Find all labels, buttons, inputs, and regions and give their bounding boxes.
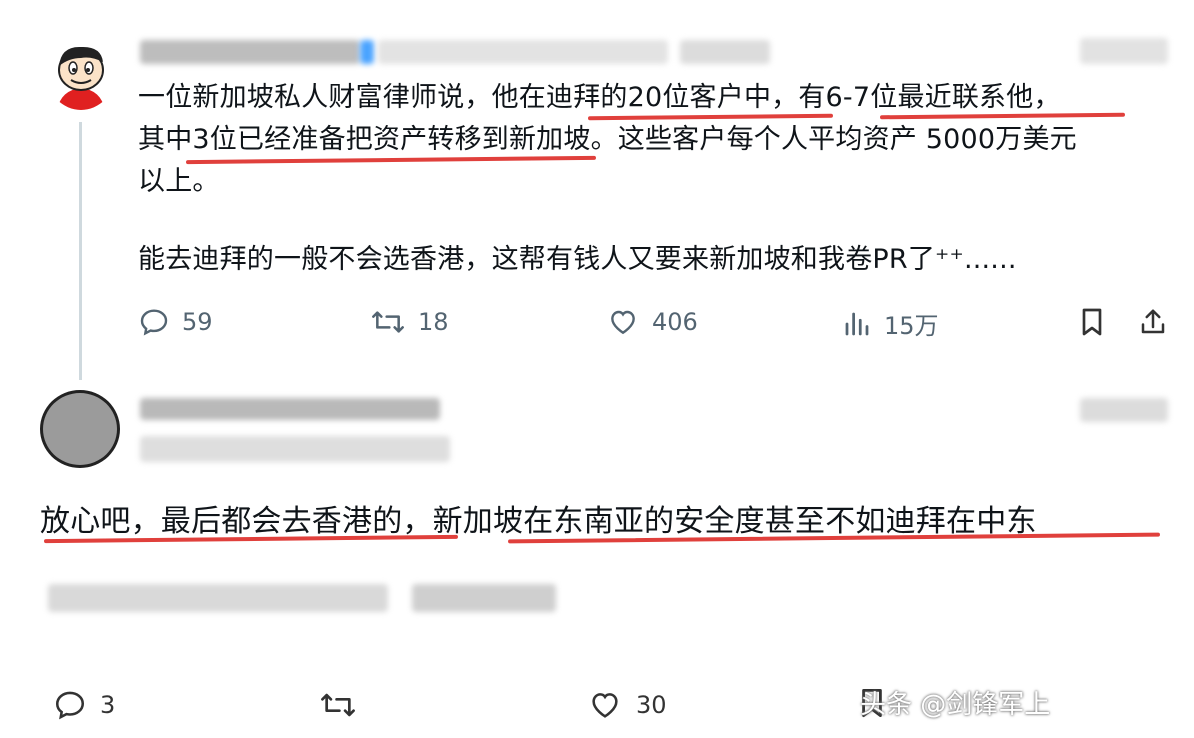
retweet-icon bbox=[321, 693, 355, 717]
reply-like-count: 30 bbox=[636, 691, 667, 719]
blurred-views bbox=[412, 584, 556, 612]
bookmark-button[interactable] bbox=[1078, 306, 1106, 338]
blurred-reply-menu bbox=[1080, 398, 1168, 422]
user-avatar[interactable] bbox=[47, 38, 115, 110]
blurred-date bbox=[680, 40, 770, 64]
reply-user-avatar[interactable] bbox=[40, 390, 120, 468]
like-count: 406 bbox=[652, 308, 698, 336]
thread-line bbox=[79, 122, 82, 380]
reply-reply-button[interactable]: 3 bbox=[52, 688, 115, 722]
retweet-button[interactable]: 18 bbox=[370, 306, 449, 338]
like-button[interactable]: 406 bbox=[606, 306, 698, 338]
retweet-icon bbox=[372, 311, 404, 333]
blurred-reply-username bbox=[140, 398, 440, 420]
retweet-count: 18 bbox=[418, 308, 449, 336]
post-text-line4: 能去迪拜的一般不会选香港，这帮有钱人又要来新加坡和我卷PR了⁺⁺...... bbox=[138, 244, 1017, 275]
verified-badge-icon bbox=[360, 40, 374, 64]
blurred-menu bbox=[1080, 38, 1168, 64]
reply-icon bbox=[140, 309, 168, 336]
post-text-line1: 一位新加坡私人财富律师说，他在迪拜的20位客户中，有6-7位最近联系他， bbox=[138, 82, 1061, 113]
share-button[interactable] bbox=[1138, 306, 1168, 338]
heart-icon bbox=[592, 693, 618, 718]
share-icon bbox=[1141, 309, 1165, 334]
reply-retweet-button[interactable] bbox=[318, 688, 358, 722]
reply-count: 59 bbox=[182, 308, 213, 336]
blurred-handle bbox=[378, 40, 668, 64]
blurred-username bbox=[140, 40, 360, 64]
blurred-reply-handle bbox=[140, 436, 450, 462]
cartoon-avatar-icon bbox=[47, 38, 115, 110]
views-icon bbox=[845, 312, 869, 335]
reply-reply-count: 3 bbox=[100, 691, 116, 719]
post-text-line3: 以上。 bbox=[138, 166, 220, 197]
heart-icon bbox=[611, 310, 635, 335]
views-count: 15万 bbox=[884, 312, 939, 340]
views-button[interactable]: 15万 bbox=[842, 306, 939, 341]
post-text-line2: 其中3位已经准备把资产转移到新加坡。这些客户每个人平均资产 5000万美元 bbox=[138, 124, 1077, 155]
reply-like-button[interactable]: 30 bbox=[586, 688, 667, 722]
reply-icon bbox=[55, 691, 85, 720]
watermark: 头条 @剑锋军上 bbox=[860, 690, 1051, 720]
bookmark-icon bbox=[1082, 308, 1102, 336]
blurred-timestamp bbox=[48, 584, 388, 612]
reply-button[interactable]: 59 bbox=[138, 306, 213, 338]
